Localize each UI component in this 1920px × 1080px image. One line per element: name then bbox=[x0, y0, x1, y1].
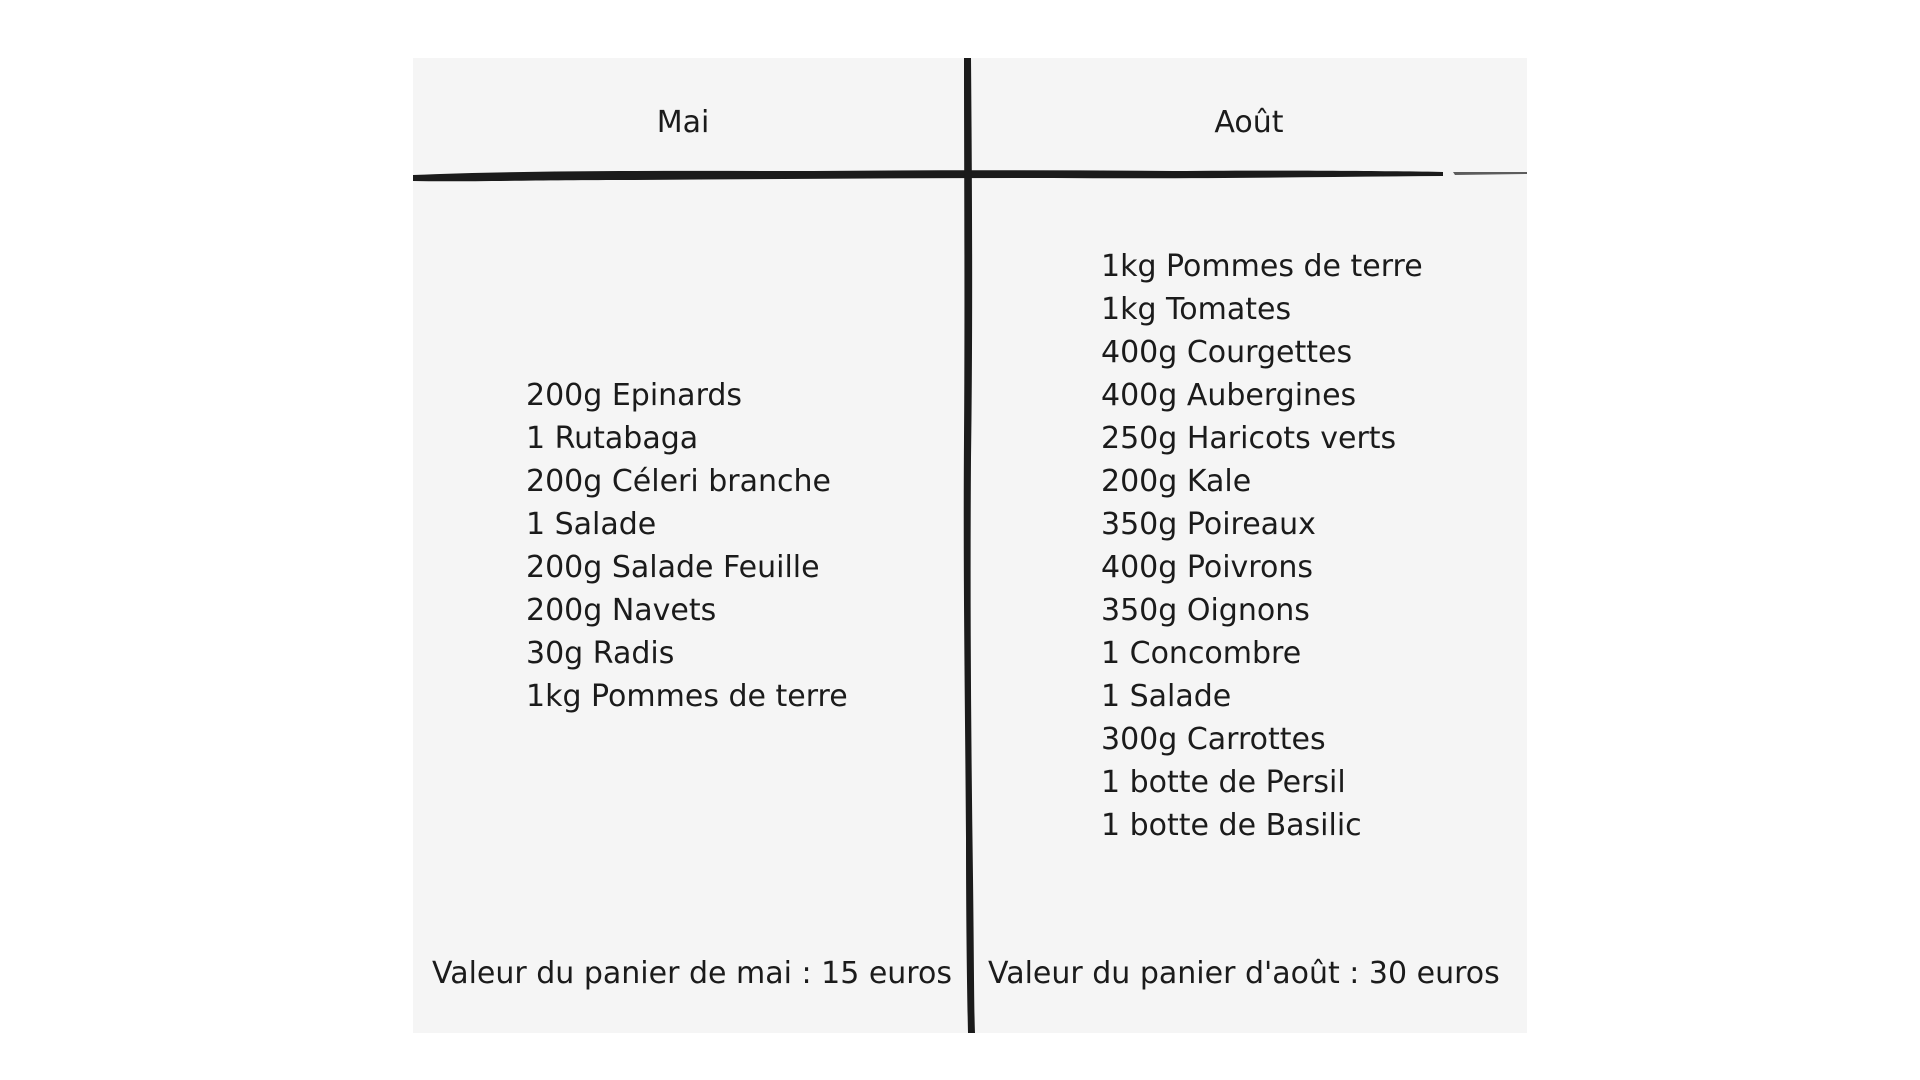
list-item: 200g Salade Feuille bbox=[526, 550, 820, 585]
list-item: 1kg Pommes de terre bbox=[1101, 249, 1423, 284]
list-item: 400g Courgettes bbox=[1101, 335, 1353, 370]
list-item: 1 Rutabaga bbox=[526, 421, 699, 456]
aout-items-list: 1kg Pommes de terre 1kg Tomates 400g Cou… bbox=[1101, 245, 1423, 847]
list-item: 1kg Tomates bbox=[1101, 292, 1292, 327]
mai-basket-value: Valeur du panier de mai : 15 euros bbox=[432, 956, 952, 991]
comparison-board: Mai Août 200g Epinards 1 Rutabaga 200g C… bbox=[413, 58, 1527, 1033]
list-item: 1kg Pommes de terre bbox=[526, 679, 848, 714]
list-item: 1 botte de Basilic bbox=[1101, 808, 1362, 843]
list-item: 250g Haricots verts bbox=[1101, 421, 1397, 456]
list-item: 400g Aubergines bbox=[1101, 378, 1357, 413]
list-item: 350g Poireaux bbox=[1101, 507, 1316, 542]
list-item: 400g Poivrons bbox=[1101, 550, 1313, 585]
list-item: 1 Salade bbox=[526, 507, 657, 542]
list-item: 200g Epinards bbox=[526, 378, 743, 413]
list-item: 30g Radis bbox=[526, 636, 675, 671]
list-item: 300g Carrottes bbox=[1101, 722, 1326, 757]
horizontal-divider bbox=[413, 170, 1443, 182]
list-item: 1 Salade bbox=[1101, 679, 1232, 714]
list-item: 200g Navets bbox=[526, 593, 717, 628]
list-item: 200g Kale bbox=[1101, 464, 1252, 499]
mai-items-list: 200g Epinards 1 Rutabaga 200g Céleri bra… bbox=[526, 374, 848, 718]
column-header-mai: Mai bbox=[656, 105, 710, 140]
column-header-aout: Août bbox=[1214, 105, 1284, 140]
aout-basket-value: Valeur du panier d'août : 30 euros bbox=[988, 956, 1500, 991]
vertical-divider bbox=[963, 58, 975, 1033]
list-item: 350g Oignons bbox=[1101, 593, 1310, 628]
list-item: 1 Concombre bbox=[1101, 636, 1302, 671]
list-item: 200g Céleri branche bbox=[526, 464, 831, 499]
list-item: 1 botte de Persil bbox=[1101, 765, 1346, 800]
